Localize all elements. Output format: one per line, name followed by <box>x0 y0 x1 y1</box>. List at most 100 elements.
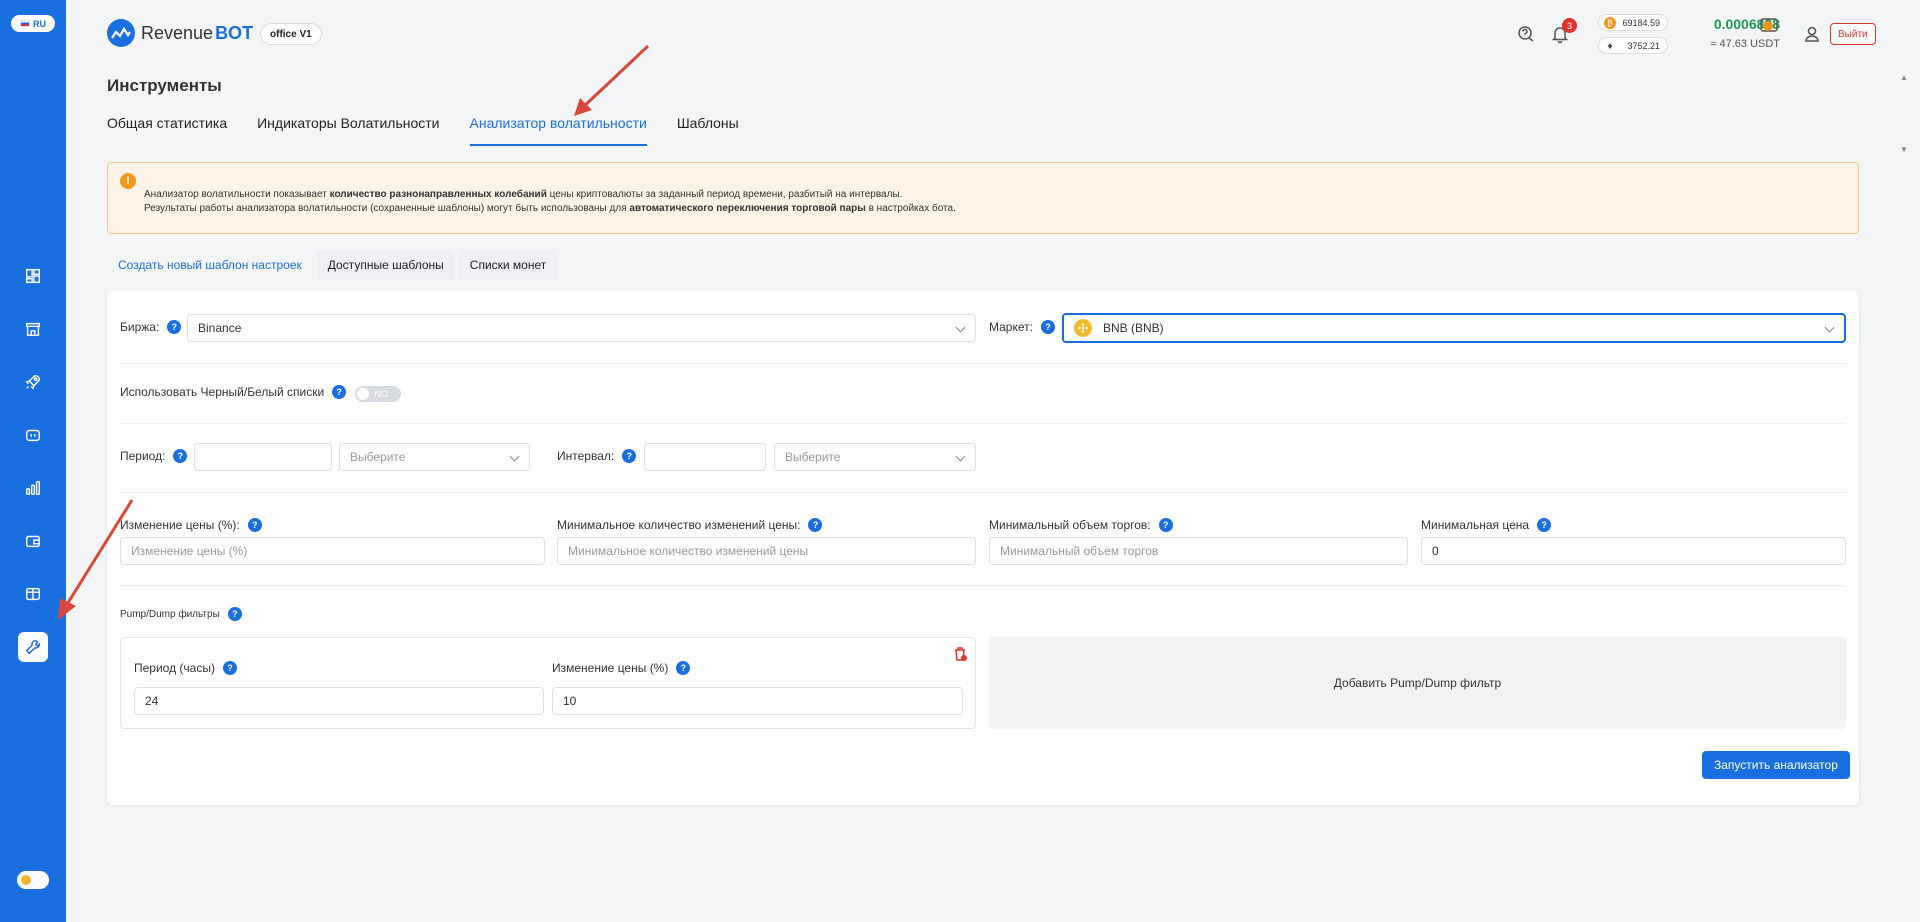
min-volume-label: Минимальный объем торгов: ? <box>989 518 1173 532</box>
header: Revenue BOT office V1 3 ₿ 69184.59 ♦ 3752… <box>66 0 1920 70</box>
logout-button[interactable]: Выйти <box>1830 23 1876 45</box>
min-changes-input[interactable]: Минимальное количество изменений цены <box>557 537 976 565</box>
help-icon[interactable]: ? <box>167 320 182 334</box>
exchange-select[interactable]: Binance <box>187 314 976 342</box>
help-icon[interactable]: ? <box>332 385 347 399</box>
alert-line1-a: Анализатор волатильности показывает <box>144 189 330 200</box>
language-label: RU <box>33 18 46 29</box>
help-icon[interactable]: ? <box>622 449 637 463</box>
help-icon[interactable]: ? <box>222 661 237 675</box>
pd-period-input[interactable]: 24 <box>134 687 544 715</box>
interval-input[interactable] <box>644 443 766 471</box>
min-price-input[interactable]: 0 <box>1421 537 1846 565</box>
pd-change-value: 10 <box>563 694 577 708</box>
min-volume-input[interactable]: Минимальный объем торгов <box>989 537 1408 565</box>
divider <box>120 585 1846 586</box>
logo-text-bold: BOT <box>215 22 254 43</box>
user-icon[interactable] <box>1802 24 1822 44</box>
period-unit-select[interactable]: Выберите <box>339 443 530 471</box>
bw-list-toggle-text: NO <box>374 389 389 399</box>
language-switch[interactable]: RU <box>11 15 55 32</box>
help-icon[interactable]: ? <box>247 518 262 532</box>
eth-price: ♦ 3752.21 <box>1598 37 1668 54</box>
help-icon[interactable]: ? <box>676 661 691 675</box>
delete-filter-icon[interactable] <box>952 646 968 662</box>
divider <box>120 363 1846 364</box>
pump-dump-filter: Период (часы) ? 24 Изменение цены (%) ? … <box>120 637 976 729</box>
add-pump-dump-filter-button[interactable]: Добавить Pump/Dump фильтр <box>989 637 1846 729</box>
market-select[interactable]: BNB (BNB) <box>1062 313 1846 343</box>
bnb-coin-icon <box>1074 319 1092 337</box>
tab-general-stats[interactable]: Общая статистика <box>107 115 227 146</box>
theme-toggle[interactable] <box>17 871 49 889</box>
btc-price: ₿ 69184.59 <box>1598 14 1668 31</box>
period-input[interactable] <box>194 443 332 471</box>
bw-list-toggle[interactable]: NO <box>355 386 401 402</box>
pump-dump-title: Pump/Dump фильтры ? <box>120 607 242 621</box>
bell-icon[interactable]: 3 <box>1550 18 1577 44</box>
min-changes-label: Минимальное количество изменений цены: ? <box>557 518 823 532</box>
price-change-input[interactable]: Изменение цены (%) <box>120 537 545 565</box>
tab-volatility-analyzer[interactable]: Анализатор волатильности <box>469 115 647 146</box>
market-label: Маркет: ? <box>989 320 1055 334</box>
exchange-label: Биржа: ? <box>120 320 182 334</box>
office-badge[interactable]: office V1 <box>260 23 322 45</box>
pd-change-label: Изменение цены (%) ? <box>552 661 691 675</box>
russia-flag-icon <box>20 20 30 27</box>
scroll-arrows-icon[interactable]: ▲ ▼ <box>1900 73 1908 154</box>
min-volume-placeholder: Минимальный объем торгов <box>1000 544 1159 558</box>
alert-line1-b: количество разнонаправленных колебаний <box>329 189 547 200</box>
tab-volatility-indicators[interactable]: Индикаторы Волатильности <box>257 115 439 146</box>
help-icon[interactable]: ? <box>1158 518 1173 532</box>
subtab-coin-lists[interactable]: Списки монет <box>458 250 558 280</box>
price-change-label-text: Изменение цены (%): <box>120 518 240 532</box>
interval-unit-select[interactable]: Выберите <box>774 443 976 471</box>
period-label: Период: ? <box>120 449 188 463</box>
bitcoin-icon: ₿ <box>1604 17 1616 29</box>
divider <box>120 492 1846 493</box>
subtab-available-templates[interactable]: Доступные шаблоны <box>316 250 455 280</box>
analyzer-form: Биржа: ? Binance Маркет: ? BNB (BNB) Исп… <box>107 291 1859 805</box>
help-icon[interactable]: ? <box>173 449 188 463</box>
ethereum-icon: ♦ <box>1607 40 1613 52</box>
wrench-icon[interactable] <box>18 632 48 662</box>
add-filter-label: Добавить Pump/Dump фильтр <box>1333 676 1502 690</box>
run-analyzer-button[interactable]: Запустить анализатор <box>1702 751 1850 779</box>
min-changes-placeholder: Минимальное количество изменений цены <box>568 544 809 558</box>
min-price-value: 0 <box>1432 544 1439 558</box>
robot-icon[interactable] <box>18 420 48 450</box>
help-icon[interactable]: ? <box>808 518 823 532</box>
subtab-create-template[interactable]: Создать новый шаблон настроек <box>107 250 313 280</box>
logo-mark-icon <box>107 19 135 47</box>
period-label-text: Период: <box>120 449 166 463</box>
pump-dump-title-text: Pump/Dump фильтры <box>120 608 220 620</box>
market-value: BNB (BNB) <box>1103 321 1164 335</box>
chart-icon[interactable] <box>18 473 48 503</box>
pd-change-input[interactable]: 10 <box>552 687 963 715</box>
wallet-btc-icon[interactable] <box>1760 16 1780 33</box>
alert-line2-c: в настройках бота. <box>865 203 956 214</box>
tab-templates[interactable]: Шаблоны <box>677 115 739 146</box>
pd-period-value: 24 <box>145 694 159 708</box>
rocket-icon[interactable] <box>18 367 48 397</box>
help-icon[interactable]: ? <box>1040 320 1055 334</box>
book-icon[interactable] <box>18 579 48 609</box>
warning-icon: ! <box>120 173 136 189</box>
help-icon[interactable]: ? <box>227 607 242 621</box>
help-icon[interactable]: ? <box>1537 518 1552 532</box>
wallet-icon[interactable] <box>18 526 48 556</box>
main-tabs: Общая статистика Индикаторы Волатильност… <box>107 115 739 146</box>
logo[interactable]: Revenue BOT <box>107 19 253 47</box>
pd-period-label-text: Период (часы) <box>134 661 215 675</box>
sidebar: RU <box>0 0 66 922</box>
btc-price-value: 69184.59 <box>1622 17 1660 28</box>
support-icon[interactable] <box>1516 24 1536 44</box>
min-price-label: Минимальная цена ? <box>1421 518 1552 532</box>
min-changes-label-text: Минимальное количество изменений цены: <box>557 518 801 532</box>
interval-unit-placeholder: Выберите <box>785 450 841 464</box>
dashboard-icon[interactable] <box>18 261 48 291</box>
market-label-text: Маркет: <box>989 320 1033 334</box>
price-change-placeholder: Изменение цены (%) <box>131 544 248 558</box>
period-unit-placeholder: Выберите <box>350 450 406 464</box>
store-icon[interactable] <box>18 314 48 344</box>
